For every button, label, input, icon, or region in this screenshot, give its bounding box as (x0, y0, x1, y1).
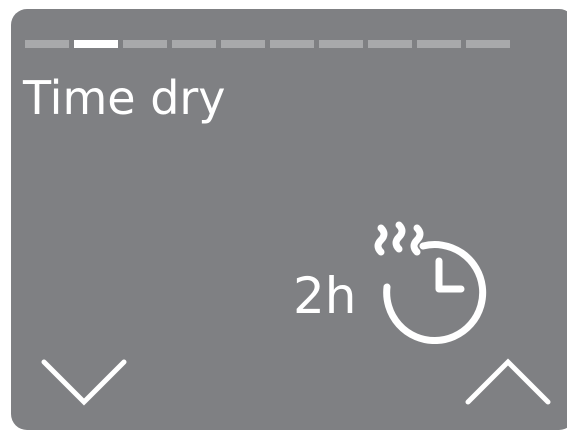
scroll-up-button[interactable] (463, 352, 553, 412)
progress-segment (123, 40, 167, 48)
progress-segment (270, 40, 314, 48)
scroll-down-button[interactable] (39, 352, 129, 412)
time-dry-icon (374, 221, 487, 344)
program-title: Time dry (23, 71, 226, 125)
progress-segment (25, 40, 69, 48)
progress-segment (172, 40, 216, 48)
progress-segment-active (74, 40, 118, 48)
display-screen: Time dry 2h (11, 9, 567, 430)
progress-segment (368, 40, 412, 48)
progress-segment (319, 40, 363, 48)
duration-value: 2h (293, 267, 357, 325)
progress-segment (417, 40, 461, 48)
progress-segment (466, 40, 510, 48)
progress-indicator (25, 40, 510, 48)
progress-segment (221, 40, 265, 48)
